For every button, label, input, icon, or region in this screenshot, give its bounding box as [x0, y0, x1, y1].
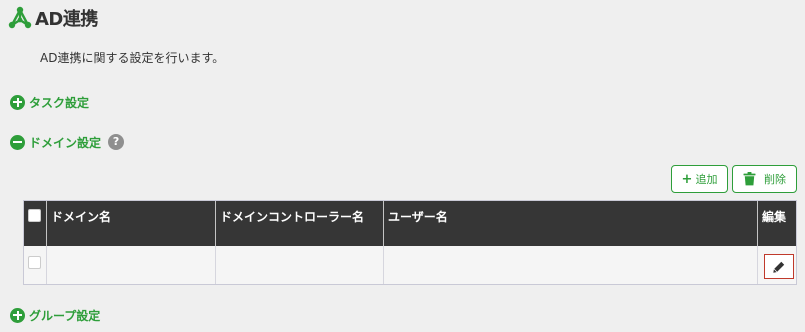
domain-table: ドメイン名 ドメインコントローラー名 ユーザー名 編集 — [23, 200, 797, 285]
section-domain-label[interactable]: ドメイン設定 — [29, 134, 101, 151]
page-title: AD連携 — [35, 9, 98, 30]
column-header-domain[interactable]: ドメイン名 — [47, 201, 216, 246]
add-button[interactable]: + 追加 — [671, 165, 728, 193]
row-checkbox-cell — [24, 246, 47, 284]
plus-circle-icon[interactable] — [10, 307, 25, 323]
column-header-controller[interactable]: ドメインコントローラー名 — [216, 201, 384, 246]
table-header: ドメイン名 ドメインコントローラー名 ユーザー名 編集 — [24, 201, 796, 246]
cell-controller — [216, 246, 384, 284]
table-row — [24, 246, 796, 284]
plus-circle-icon[interactable] — [10, 94, 25, 110]
page-header: AD連携 — [8, 4, 98, 32]
cell-user — [384, 246, 758, 284]
section-group-settings[interactable]: グループ設定 — [10, 306, 100, 324]
cell-edit — [758, 246, 796, 284]
add-button-label: 追加 — [695, 173, 718, 186]
column-header-edit: 編集 — [762, 210, 787, 224]
pencil-icon — [773, 261, 785, 273]
section-task-settings[interactable]: タスク設定 — [10, 93, 89, 111]
triangle-nodes-icon — [8, 6, 32, 29]
row-checkbox[interactable] — [28, 256, 41, 269]
section-group-label[interactable]: グループ設定 — [29, 307, 100, 324]
cell-domain — [47, 246, 216, 284]
edit-button[interactable] — [764, 254, 794, 279]
page-description: AD連携に関する設定を行います。 — [40, 51, 225, 65]
minus-circle-icon[interactable] — [10, 134, 25, 150]
plus-icon: + — [681, 171, 693, 187]
select-all-checkbox[interactable] — [28, 209, 41, 222]
header-checkbox-cell — [24, 201, 47, 246]
delete-button-label: 削除 — [764, 173, 786, 186]
delete-button[interactable]: 削除 — [732, 165, 797, 193]
question-circle-icon[interactable]: ? — [108, 134, 125, 150]
section-task-label[interactable]: タスク設定 — [29, 94, 89, 111]
section-domain-settings[interactable]: ドメイン設定 ? — [10, 133, 125, 151]
trash-icon — [743, 172, 756, 186]
column-header-user[interactable]: ユーザー名 — [384, 201, 758, 246]
